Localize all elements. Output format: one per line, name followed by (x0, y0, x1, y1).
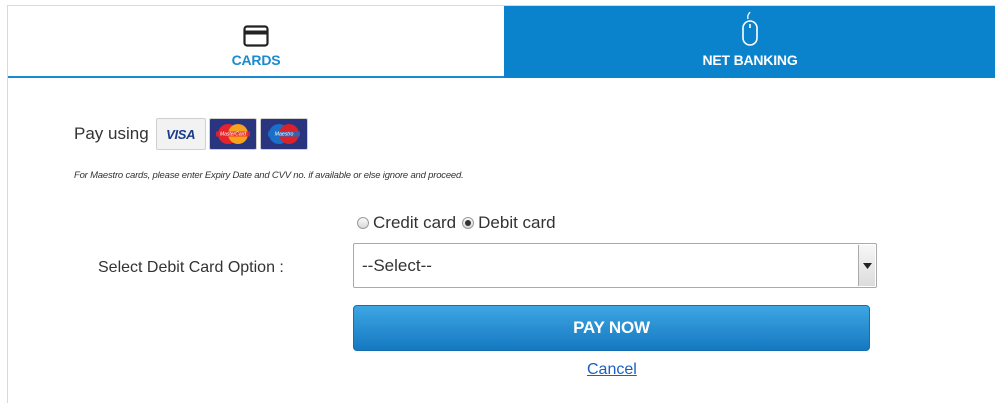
visa-logo: VISA (155, 118, 206, 150)
debit-card-select[interactable]: --Select-- (353, 243, 877, 288)
card-type-radios: Credit card Debit card (357, 213, 562, 233)
pay-now-label: PAY NOW (573, 318, 650, 337)
maestro-logo: Maestro (259, 118, 308, 150)
credit-card-radio[interactable] (357, 217, 369, 229)
select-debit-card-label: Select Debit Card Option : (98, 259, 284, 276)
debit-card-radio[interactable] (462, 217, 475, 229)
debit-card-label: Debit card (478, 213, 556, 232)
select-value: --Select-- (362, 255, 432, 275)
credit-card-option[interactable]: Credit card (357, 213, 456, 233)
pay-using-label: Pay using (74, 124, 149, 143)
tab-net-banking[interactable]: NET BANKING (504, 6, 995, 78)
visa-logo-text: VISA (166, 126, 196, 142)
pay-now-button[interactable]: PAY NOW (353, 305, 870, 351)
pay-using-row: Pay using VISA MasterCard Maestro (74, 118, 311, 150)
tab-cards[interactable]: CARDS (8, 6, 504, 78)
tab-net-banking-label: NET BANKING (702, 52, 798, 68)
cancel-link[interactable]: Cancel (587, 361, 637, 379)
svg-text:Maestro: Maestro (274, 132, 293, 138)
tab-cards-label: CARDS (231, 52, 281, 68)
payment-tabs: CARDS NET BANKING (8, 6, 995, 78)
chevron-down-icon[interactable] (858, 245, 875, 286)
mouse-icon (740, 10, 760, 47)
mastercard-logo: MasterCard (208, 118, 257, 150)
debit-card-option[interactable]: Debit card (462, 213, 556, 233)
credit-card-icon (243, 17, 269, 47)
svg-text:MasterCard: MasterCard (220, 132, 246, 138)
credit-card-label: Credit card (373, 213, 457, 232)
maestro-note: For Maestro cards, please enter Expiry D… (74, 170, 464, 181)
